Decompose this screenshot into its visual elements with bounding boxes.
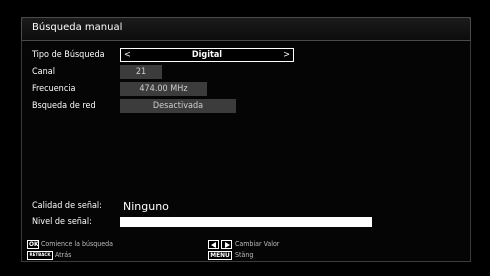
channel-value[interactable]: 21 (120, 65, 162, 79)
signal-level-fill (120, 217, 372, 227)
page-title: Búsqueda manual (32, 22, 123, 33)
arrow-right-icon (221, 240, 232, 249)
menu-hint-label: Stäng (235, 251, 254, 259)
signal-level-label: Nivel de señal: (32, 217, 92, 227)
chevron-right-icon[interactable]: > (283, 49, 290, 61)
arrow-left-icon (208, 240, 219, 249)
channel-label: Canal (32, 67, 55, 77)
ok-key: OK (27, 240, 39, 249)
frequency-value[interactable]: 474.00 MHz (120, 82, 207, 96)
network-search-label: Bsqueda de red (32, 101, 96, 111)
signal-quality-value: Ninguno (123, 200, 169, 213)
search-type-value: Digital (191, 50, 223, 60)
network-search-value[interactable]: Desactivada (120, 99, 236, 113)
signal-level-bar (120, 217, 372, 227)
ok-hint-label: Comience la búsqueda (41, 240, 113, 248)
signal-quality-label: Calidad de señal: (32, 201, 102, 211)
search-type-selector[interactable]: < Digital > (120, 48, 294, 62)
back-hint-label: Atrás (55, 251, 72, 259)
change-value-hint-label: Cambiar Valor (235, 240, 280, 248)
screen: Búsqueda manual Tipo de Búsqueda < Digit… (0, 0, 490, 276)
menu-key: MENU (208, 251, 232, 260)
frequency-label: Frecuencia (32, 84, 76, 94)
back-key: RETBACK (27, 251, 53, 260)
search-type-label: Tipo de Búsqueda (32, 50, 105, 60)
